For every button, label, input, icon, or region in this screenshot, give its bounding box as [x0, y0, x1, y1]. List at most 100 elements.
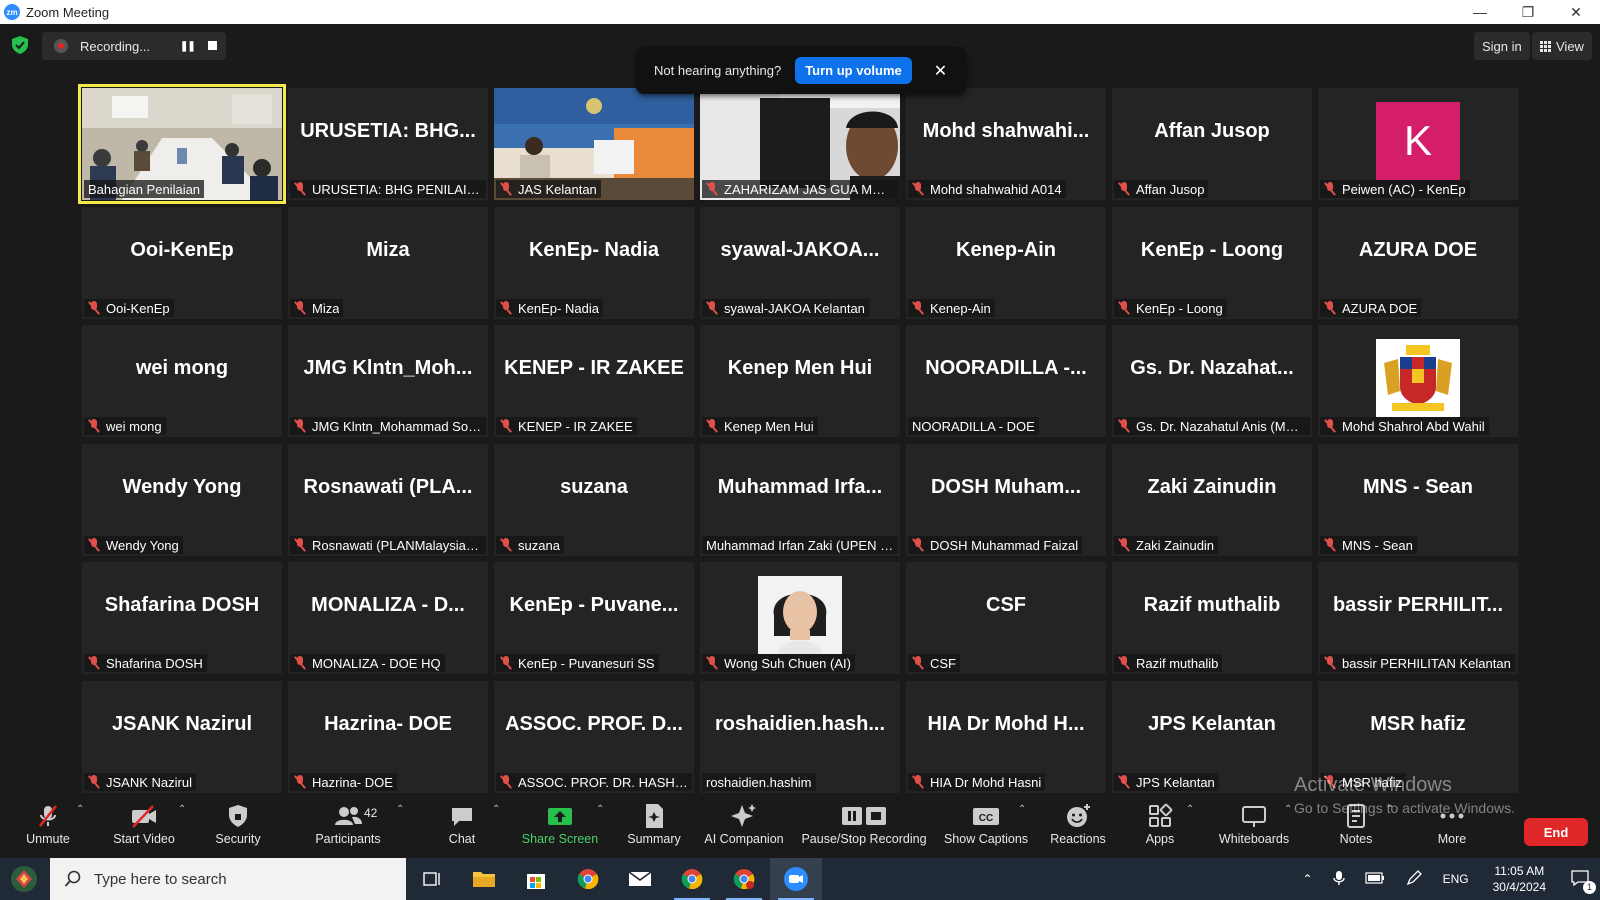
stop-recording-icon[interactable]	[208, 41, 217, 50]
participant-tile[interactable]: syawal-JAKOA... syawal-JAKOA Kelantan	[700, 207, 900, 319]
participant-display-name: URUSETIA: BHG...	[300, 120, 476, 142]
participant-name-label: Rosnawati (PLANMalaysia@...	[290, 536, 486, 554]
mail-icon[interactable]	[614, 858, 666, 900]
encryption-shield-icon[interactable]	[12, 36, 28, 54]
participant-tile[interactable]: KenEp- Nadia KenEp- Nadia	[494, 207, 694, 319]
participant-tile[interactable]: Kenep Men Hui Kenep Men Hui	[700, 325, 900, 437]
participant-tile[interactable]: Wendy Yong Wendy Yong	[82, 444, 282, 556]
muted-mic-icon	[294, 301, 306, 315]
summary-document-icon	[641, 800, 667, 832]
participants-icon	[333, 800, 363, 832]
participant-tile[interactable]: Kenep-Ain Kenep-Ain	[906, 207, 1106, 319]
participant-name: MONALIZA - DOE HQ	[312, 655, 441, 671]
whiteboards-options-chevron-icon[interactable]: ⌃	[1284, 804, 1292, 815]
chrome-profile-r-icon[interactable]	[718, 858, 770, 900]
pen-workspace-icon[interactable]	[1405, 869, 1423, 890]
participant-tile[interactable]: roshaidien.hash... roshaidien.hashim	[700, 681, 900, 793]
security-button[interactable]: Security	[190, 800, 286, 856]
participant-name-label: Hazrina- DOE	[290, 773, 397, 791]
muted-mic-icon	[88, 538, 100, 552]
participant-tile[interactable]: AZURA DOE AZURA DOE	[1318, 207, 1518, 319]
ai-companion-button[interactable]: AI Companion	[696, 800, 792, 856]
minimize-button[interactable]: —	[1456, 0, 1504, 24]
participant-tile[interactable]: ZAHARIZAM JAS GUA MUS...	[700, 88, 900, 200]
participant-tile[interactable]: bassir PERHILIT... bassir PERHILITAN Kela…	[1318, 562, 1518, 674]
share-options-chevron-icon[interactable]: ⌃	[596, 804, 604, 815]
participant-tile[interactable]: KenEp - Loong KenEp - Loong	[1112, 207, 1312, 319]
participant-tile[interactable]: Zaki Zainudin Zaki Zainudin	[1112, 444, 1312, 556]
zoom-taskbar-icon[interactable]	[770, 858, 822, 900]
battery-icon[interactable]	[1364, 871, 1385, 887]
participant-name-label: Razif muthalib	[1114, 654, 1223, 672]
participant-tile[interactable]: MNS - Sean MNS - Sean	[1318, 444, 1518, 556]
summary-button[interactable]: Summary	[606, 800, 702, 856]
apps-options-chevron-icon[interactable]: ⌃	[1186, 804, 1194, 815]
participant-tile[interactable]: Rosnawati (PLA... Rosnawati (PLANMalaysia…	[288, 444, 488, 556]
participant-display-name: suzana	[560, 476, 628, 498]
participant-tile[interactable]: JSANK Nazirul JSANK Nazirul	[82, 681, 282, 793]
close-button[interactable]: ✕	[1552, 0, 1600, 24]
task-view-icon[interactable]	[406, 858, 458, 900]
start-menu-button[interactable]	[0, 858, 48, 900]
participant-tile[interactable]: URUSETIA: BHG... URUSETIA: BHG PENILAIAN	[288, 88, 488, 200]
participant-tile[interactable]: Muhammad Irfa... Muhammad Irfan Zaki (UPE…	[700, 444, 900, 556]
participant-tile[interactable]: HIA Dr Mohd H... HIA Dr Mohd Hasni	[906, 681, 1106, 793]
chat-options-chevron-icon[interactable]: ⌃	[492, 804, 500, 815]
close-icon[interactable]: ✕	[934, 61, 947, 81]
microphone-tray-icon[interactable]	[1332, 870, 1345, 889]
restore-button[interactable]: ❐	[1504, 0, 1552, 24]
participant-tile[interactable]: ASSOC. PROF. D... ASSOC. PROF. DR. HASHIM…	[494, 681, 694, 793]
participant-name-label: DOSH Muhammad Faizal	[908, 536, 1083, 554]
audio-options-chevron-icon[interactable]: ⌃	[76, 804, 84, 815]
participant-tile[interactable]: MONALIZA - D... MONALIZA - DOE HQ	[288, 562, 488, 674]
participant-tile[interactable]: Shafarina DOSH Shafarina DOSH	[82, 562, 282, 674]
participant-display-name: JMG Klntn_Moh...	[303, 357, 473, 379]
participant-name: JAS Kelantan	[518, 181, 597, 197]
input-language[interactable]: ENG	[1443, 872, 1469, 886]
participant-tile[interactable]: JAS Kelantan	[494, 88, 694, 200]
participant-tile[interactable]: JPS Kelantan JPS Kelantan	[1112, 681, 1312, 793]
captions-options-chevron-icon[interactable]: ⌃	[1018, 804, 1026, 815]
chrome-profile-icon[interactable]	[666, 858, 718, 900]
sign-in-button[interactable]: Sign in	[1474, 32, 1530, 60]
participant-tile[interactable]: suzana suzana	[494, 444, 694, 556]
share-screen-button[interactable]: Share Screen	[512, 800, 608, 856]
participant-tile[interactable]: Gs. Dr. Nazahat... Gs. Dr. Nazahatul Anis…	[1112, 325, 1312, 437]
participant-tile[interactable]: Affan Jusop Affan Jusop	[1112, 88, 1312, 200]
show-hidden-icons-chevron-icon[interactable]: ⌃	[1303, 872, 1313, 886]
participant-tile[interactable]: NOORADILLA -... NOORADILLA - DOE	[906, 325, 1106, 437]
view-button[interactable]: View	[1532, 32, 1592, 60]
participant-tile[interactable]: KenEp - Puvane... KenEp - Puvanesuri SS	[494, 562, 694, 674]
participants-button[interactable]: Participants	[300, 800, 396, 856]
participant-tile[interactable]: wei mong wei mong	[82, 325, 282, 437]
taskbar-search[interactable]: Type here to search	[50, 858, 406, 900]
participants-options-chevron-icon[interactable]: ⌃	[396, 804, 404, 815]
participant-tile[interactable]: Miza Miza	[288, 207, 488, 319]
muted-mic-icon	[1118, 538, 1130, 552]
video-options-chevron-icon[interactable]: ⌃	[178, 804, 186, 815]
pause-stop-recording-button[interactable]: Pause/Stop Recording	[801, 800, 927, 856]
participant-tile[interactable]: CSF CSF	[906, 562, 1106, 674]
chrome-icon[interactable]	[562, 858, 614, 900]
turn-up-volume-button[interactable]: Turn up volume	[795, 57, 912, 84]
participant-tile[interactable]: Razif muthalib Razif muthalib	[1112, 562, 1312, 674]
participant-tile[interactable]: Hazrina- DOE Hazrina- DOE	[288, 681, 488, 793]
participant-tile[interactable]: Wong Suh Chuen (AI)	[700, 562, 900, 674]
participant-tile[interactable]: Ooi-KenEp Ooi-KenEp	[82, 207, 282, 319]
participant-tile[interactable]: K Peiwen (AC) - KenEp	[1318, 88, 1518, 200]
participant-tile[interactable]: Mohd shahwahi... Mohd shahwahid A014	[906, 88, 1106, 200]
muted-mic-icon	[1118, 182, 1130, 196]
file-explorer-icon[interactable]	[458, 858, 510, 900]
end-meeting-button[interactable]: End	[1524, 818, 1588, 846]
participant-tile[interactable]: JMG Klntn_Moh... JMG Klntn_Mohammad Sobri	[288, 325, 488, 437]
participant-tile[interactable]: DOSH Muham... DOSH Muhammad Faizal	[906, 444, 1106, 556]
microsoft-store-icon[interactable]	[510, 858, 562, 900]
participant-tile[interactable]: Bahagian Penilaian	[78, 84, 286, 204]
system-clock[interactable]: 11:05 AM 30/4/2024	[1493, 863, 1546, 895]
notifications-icon[interactable]: 1	[1570, 869, 1596, 894]
participant-tile[interactable]: KENEP - IR ZAKEE KENEP - IR ZAKEE	[494, 325, 694, 437]
participant-display-name: bassir PERHILIT...	[1332, 594, 1504, 616]
pause-recording-icon[interactable]: ❚❚	[180, 41, 196, 52]
chat-label: Chat	[448, 832, 476, 846]
participant-tile[interactable]: Mohd Shahrol Abd Wahil	[1318, 325, 1518, 437]
